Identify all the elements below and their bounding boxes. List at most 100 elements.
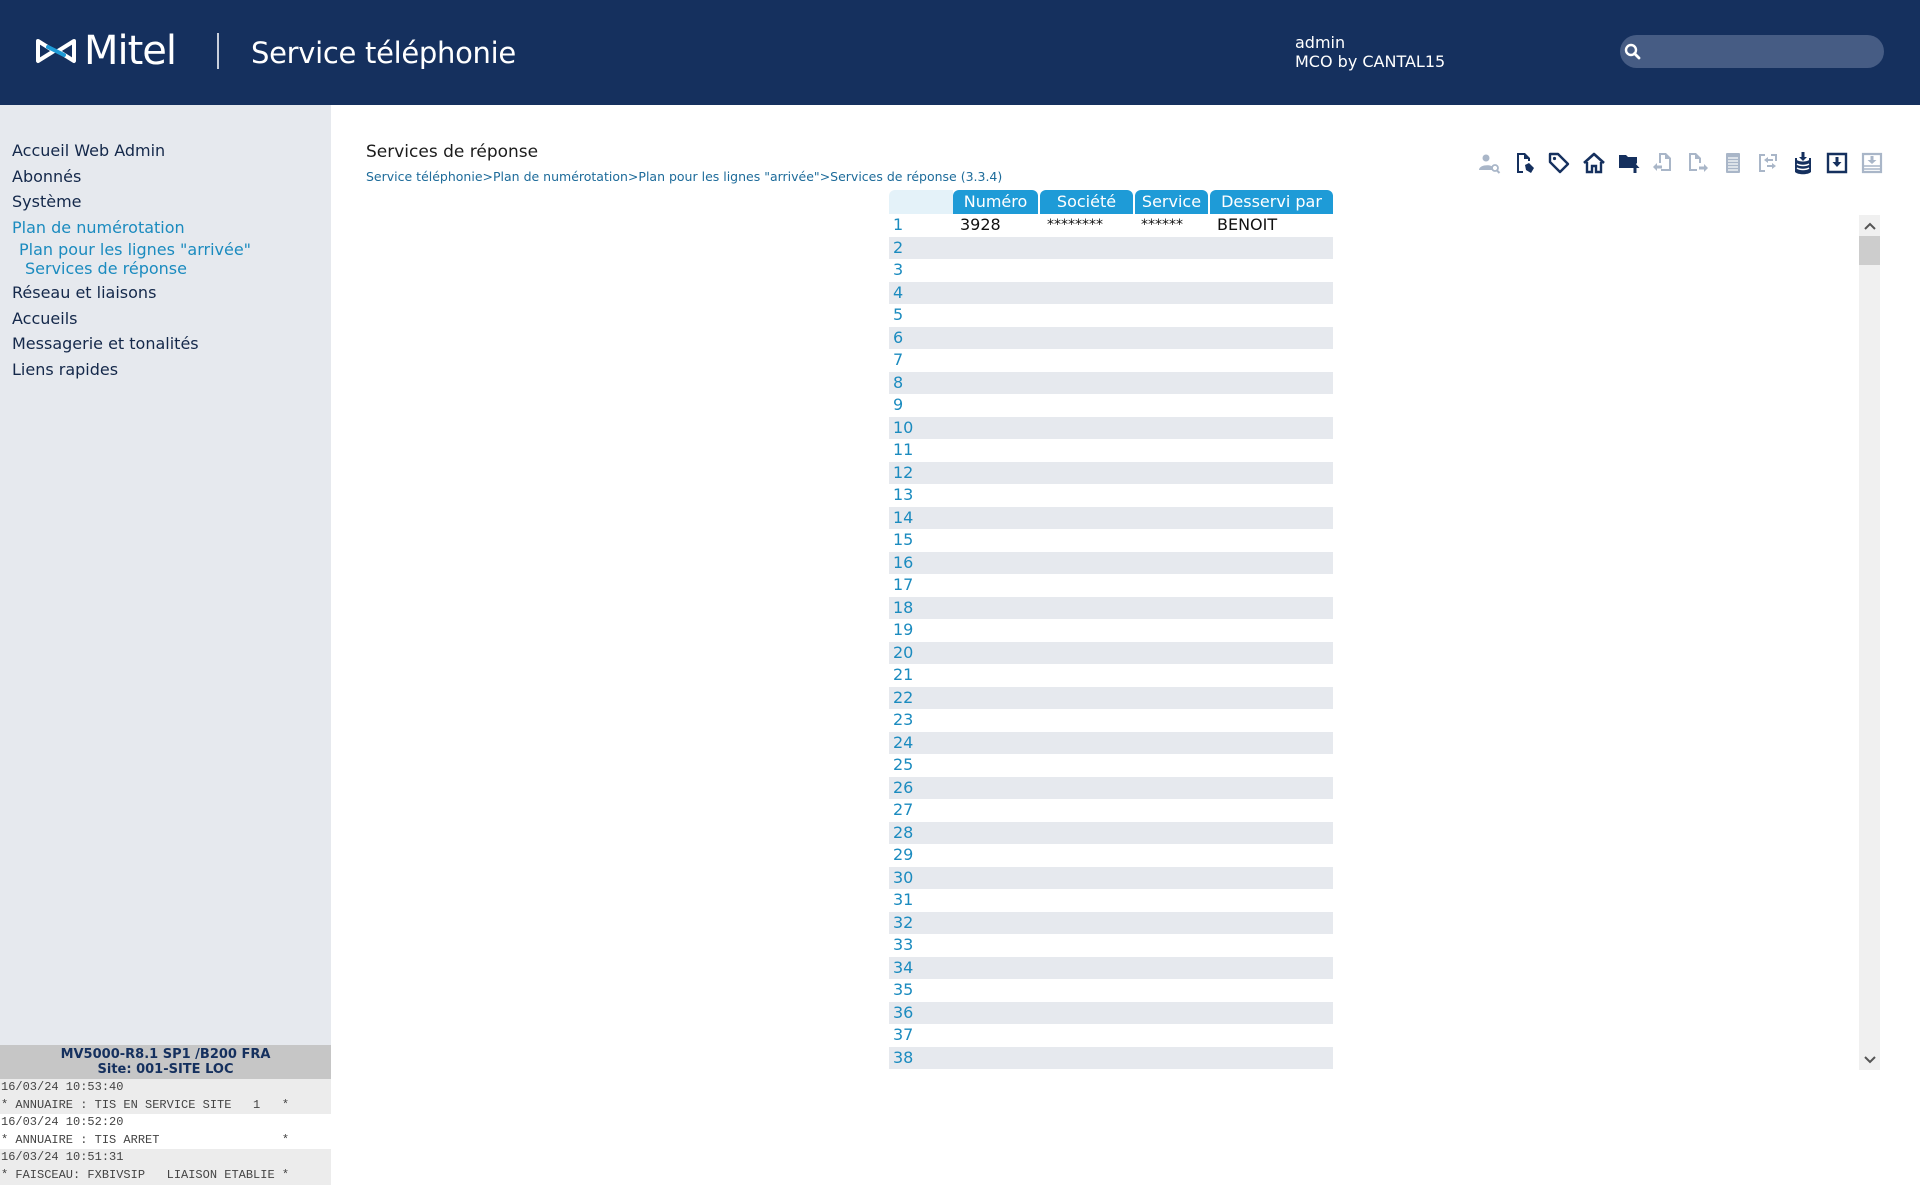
- table-row[interactable]: 25: [889, 754, 1333, 777]
- table-row[interactable]: 26: [889, 776, 1333, 800]
- sidebar-item-accueil-web-admin[interactable]: Accueil Web Admin: [12, 138, 251, 164]
- table-row[interactable]: 19: [889, 619, 1333, 642]
- table-row[interactable]: 9: [889, 394, 1333, 417]
- table-row[interactable]: 11: [889, 439, 1333, 462]
- row-index-link[interactable]: 36: [889, 1002, 953, 1025]
- tag-button[interactable]: [1542, 149, 1577, 177]
- table-row[interactable]: 32: [889, 911, 1333, 935]
- table-row[interactable]: 28: [889, 821, 1333, 845]
- row-index-link[interactable]: 24: [889, 732, 953, 755]
- row-index-link[interactable]: 25: [889, 754, 953, 777]
- row-index-link[interactable]: 32: [889, 912, 953, 935]
- table-row[interactable]: 36: [889, 1001, 1333, 1025]
- table-row[interactable]: 34: [889, 956, 1333, 980]
- row-index-link[interactable]: 6: [889, 327, 953, 350]
- table-row[interactable]: 37: [889, 1024, 1333, 1047]
- document-import-button[interactable]: [1646, 149, 1681, 177]
- table-row[interactable]: 5: [889, 304, 1333, 327]
- row-index-link[interactable]: 21: [889, 664, 953, 687]
- row-index-link[interactable]: 9: [889, 394, 953, 417]
- folder-upload-button[interactable]: [1611, 149, 1646, 177]
- sidebar-item-systeme[interactable]: Système: [12, 189, 251, 215]
- table-row[interactable]: 12: [889, 461, 1333, 485]
- database-download-button[interactable]: [1785, 149, 1820, 177]
- row-index-link[interactable]: 15: [889, 529, 953, 552]
- row-index-link[interactable]: 35: [889, 979, 953, 1002]
- row-index-link[interactable]: 17: [889, 574, 953, 597]
- sidebar-item-messagerie-et-tonalites[interactable]: Messagerie et tonalités: [12, 331, 251, 357]
- search-input[interactable]: [1620, 35, 1884, 68]
- column-header-numero[interactable]: Numéro: [953, 190, 1038, 214]
- table-row[interactable]: 29: [889, 844, 1333, 867]
- table-row[interactable]: 14: [889, 506, 1333, 529]
- row-index-link[interactable]: 7: [889, 349, 953, 372]
- row-index-link[interactable]: 12: [889, 462, 953, 485]
- table-row[interactable]: 27: [889, 799, 1333, 822]
- table-row[interactable]: 21: [889, 664, 1333, 687]
- table-row[interactable]: 10: [889, 416, 1333, 440]
- row-index-link[interactable]: 34: [889, 957, 953, 980]
- table-scrollbar[interactable]: [1859, 215, 1880, 1070]
- row-index-link[interactable]: 33: [889, 934, 953, 957]
- row-index-link[interactable]: 26: [889, 777, 953, 800]
- row-index-link[interactable]: 5: [889, 304, 953, 327]
- breadcrumb-item[interactable]: Plan pour les lignes "arrivée": [638, 169, 819, 184]
- home-button[interactable]: [1576, 149, 1611, 177]
- table-row[interactable]: 22: [889, 686, 1333, 710]
- table-row[interactable]: 2: [889, 236, 1333, 260]
- table-row[interactable]: 23: [889, 709, 1333, 732]
- table-row[interactable]: 8: [889, 371, 1333, 395]
- breadcrumb-item[interactable]: Service téléphonie: [366, 169, 483, 184]
- list-button[interactable]: [1716, 149, 1751, 177]
- breadcrumb-item[interactable]: Services de réponse (3.3.4): [830, 169, 1002, 184]
- table-row[interactable]: 31: [889, 889, 1333, 912]
- table-row[interactable]: 3: [889, 259, 1333, 282]
- row-index-link[interactable]: 3: [889, 259, 953, 282]
- sidebar-item-accueils[interactable]: Accueils: [12, 306, 251, 332]
- row-index-link[interactable]: 10: [889, 417, 953, 440]
- row-index-link[interactable]: 13: [889, 484, 953, 507]
- row-index-link[interactable]: 11: [889, 439, 953, 462]
- document-export-button[interactable]: [1681, 149, 1716, 177]
- table-row[interactable]: 6: [889, 326, 1333, 350]
- row-index-link[interactable]: 22: [889, 687, 953, 710]
- table-row[interactable]: 33: [889, 934, 1333, 957]
- sidebar-item-services-de-reponse[interactable]: Services de réponse: [12, 259, 251, 280]
- table-row[interactable]: 15: [889, 529, 1333, 552]
- row-index-link[interactable]: 4: [889, 282, 953, 305]
- table-row[interactable]: 30: [889, 866, 1333, 890]
- sidebar-item-reseau-et-liaisons[interactable]: Réseau et liaisons: [12, 280, 251, 306]
- user-search-button[interactable]: [1472, 149, 1507, 177]
- table-row[interactable]: 13: [889, 484, 1333, 507]
- table-row[interactable]: 17: [889, 574, 1333, 597]
- table-row[interactable]: 4: [889, 281, 1333, 305]
- row-index-link[interactable]: 23: [889, 709, 953, 732]
- mitel-logo[interactable]: Mitel: [34, 30, 177, 72]
- table-row[interactable]: 16: [889, 551, 1333, 575]
- row-index-link[interactable]: 31: [889, 889, 953, 912]
- row-index-link[interactable]: 2: [889, 237, 953, 260]
- sidebar-item-abonnes[interactable]: Abonnés: [12, 164, 251, 190]
- document-edit-button[interactable]: [1507, 149, 1542, 177]
- row-index-link[interactable]: 27: [889, 799, 953, 822]
- sidebar-item-plan-de-numerotation[interactable]: Plan de numérotation: [12, 215, 251, 241]
- row-index-link[interactable]: 8: [889, 372, 953, 395]
- row-index-link[interactable]: 16: [889, 552, 953, 575]
- table-row[interactable]: 1 3928 ******** ****** BENOIT: [889, 214, 1333, 237]
- row-index-link[interactable]: 19: [889, 619, 953, 642]
- save-disabled-button[interactable]: [1855, 149, 1890, 177]
- scroll-down-button[interactable]: [1859, 1049, 1880, 1070]
- table-row[interactable]: 20: [889, 641, 1333, 665]
- table-row[interactable]: 35: [889, 979, 1333, 1002]
- row-index-link[interactable]: 37: [889, 1024, 953, 1047]
- row-index-link[interactable]: 20: [889, 642, 953, 665]
- row-index-link[interactable]: 28: [889, 822, 953, 845]
- swap-button[interactable]: [1750, 149, 1785, 177]
- sidebar-item-liens-rapides[interactable]: Liens rapides: [12, 357, 251, 383]
- column-header-desservi-par[interactable]: Desservi par: [1210, 190, 1333, 214]
- table-row[interactable]: 7: [889, 349, 1333, 372]
- sidebar-item-plan-pour-les-lignes-arrivee[interactable]: Plan pour les lignes "arrivée": [12, 240, 251, 259]
- table-row[interactable]: 38: [889, 1046, 1333, 1069]
- row-index-link[interactable]: 1: [889, 214, 953, 237]
- row-index-link[interactable]: 30: [889, 867, 953, 890]
